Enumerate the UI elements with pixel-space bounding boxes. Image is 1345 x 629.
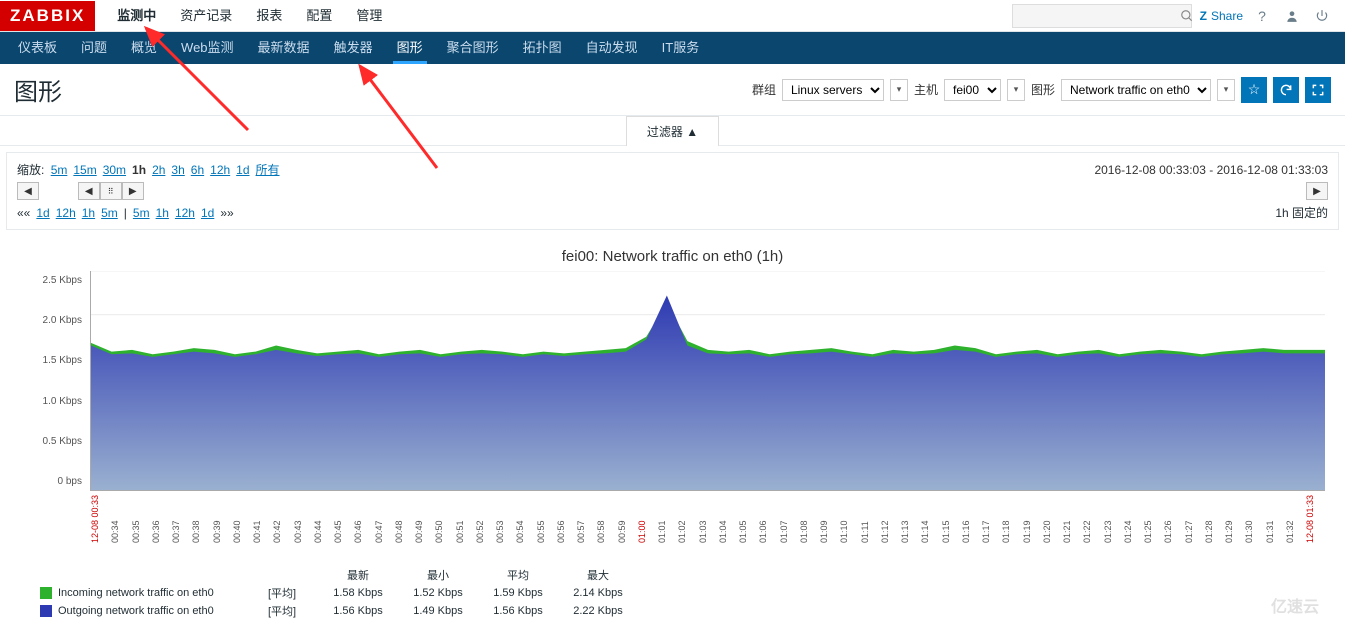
sub-nav-3[interactable]: Web监测 [169, 32, 246, 64]
quick-r-1h[interactable]: 1h [156, 206, 169, 220]
quick-r-»»[interactable]: »» [220, 206, 233, 220]
watermark: 亿速云 [1271, 593, 1319, 617]
group-dropdown-icon[interactable]: ▾ [890, 79, 908, 101]
graph-select[interactable]: Network traffic on eth0 [1061, 79, 1211, 101]
zoom-1d[interactable]: 1d [236, 163, 249, 177]
top-nav-4[interactable]: 管理 [344, 0, 394, 32]
zoom-links: 缩放: 5m 15m 30m 1h 2h 3h 6h 12h 1d 所有 [17, 161, 283, 178]
quick-l-1h[interactable]: 1h [82, 206, 95, 220]
quick-l-5m[interactable]: 5m [101, 206, 118, 220]
top-nav: 监测中资产记录报表配置管理 [105, 0, 394, 32]
quick-r-5m[interactable]: 5m [133, 206, 150, 220]
refresh-button[interactable] [1273, 77, 1299, 103]
zoom-30m[interactable]: 30m [103, 163, 126, 177]
time-prev-button[interactable]: ◀ [17, 182, 39, 200]
quick-r-12h[interactable]: 12h [175, 206, 195, 220]
filter-tab-bar: 过滤器 ▲ [0, 115, 1345, 146]
chart-container: fei00: Network traffic on eth0 (1h) 2.5 … [6, 236, 1339, 629]
group-select[interactable]: Linux servers [782, 79, 884, 101]
zoom-3h[interactable]: 3h [171, 163, 184, 177]
sub-nav-5[interactable]: 触发器 [322, 32, 385, 64]
sub-nav-9[interactable]: 自动发现 [574, 32, 650, 64]
sub-nav-10[interactable]: IT服务 [650, 32, 712, 64]
title-bar: 图形 群组 Linux servers ▾ 主机 fei00 ▾ 图形 Netw… [0, 64, 1345, 116]
sub-nav-6[interactable]: 图形 [385, 32, 435, 64]
host-select[interactable]: fei00 [944, 79, 1001, 101]
quick-l-1d[interactable]: 1d [36, 206, 49, 220]
sub-nav-0[interactable]: 仪表板 [6, 32, 69, 64]
quick-l-««[interactable]: «« [17, 206, 30, 220]
slider-grip-button[interactable]: ⠿ [100, 182, 122, 200]
quick-l-12h[interactable]: 12h [56, 206, 76, 220]
slider-left-button[interactable]: ◀ [78, 182, 100, 200]
help-icon[interactable]: ? [1251, 5, 1273, 27]
filter-toggle[interactable]: 过滤器 ▲ [626, 116, 719, 146]
fixed-label: 1h 固定的 [1275, 204, 1328, 221]
search-box[interactable] [1012, 4, 1192, 28]
sub-nav: 仪表板问题概览Web监测最新数据触发器图形聚合图形拓扑图自动发现IT服务 [0, 32, 1345, 64]
sub-nav-4[interactable]: 最新数据 [246, 32, 322, 64]
x-axis: 12-08 00:3300:3400:3500:3600:3700:3800:3… [90, 491, 1325, 543]
favorite-button[interactable]: ☆ [1241, 77, 1267, 103]
page-title: 图形 [14, 72, 62, 107]
host-label: 主机 [914, 81, 938, 98]
chart-legend: 最新最小平均最大Incoming network traffic on eth0… [40, 567, 1325, 619]
legend-swatch [40, 605, 52, 617]
zoom-label: 缩放: [17, 163, 44, 177]
group-label: 群组 [752, 81, 776, 98]
zoom-2h[interactable]: 2h [152, 163, 165, 177]
sub-nav-2[interactable]: 概览 [119, 32, 169, 64]
zoom-6h[interactable]: 6h [191, 163, 204, 177]
top-nav-3[interactable]: 配置 [294, 0, 344, 32]
power-icon[interactable] [1311, 5, 1333, 27]
graph-dropdown-icon[interactable]: ▾ [1217, 79, 1235, 101]
zoom-1h[interactable]: 1h [132, 163, 146, 177]
sub-nav-1[interactable]: 问题 [69, 32, 119, 64]
zoom-12h[interactable]: 12h [210, 163, 230, 177]
chart-plot [90, 271, 1325, 491]
fullscreen-button[interactable] [1305, 77, 1331, 103]
top-nav-0[interactable]: 监测中 [105, 0, 168, 32]
time-panel: 缩放: 5m 15m 30m 1h 2h 3h 6h 12h 1d 所有 2016-12-08 0… [6, 152, 1339, 230]
sub-nav-8[interactable]: 拓扑图 [511, 32, 574, 64]
chart-title: fei00: Network traffic on eth0 (1h) [20, 242, 1325, 271]
user-icon[interactable] [1281, 5, 1303, 27]
logo: ZABBIX [0, 1, 95, 31]
time-next-button[interactable]: ▶ [1306, 182, 1328, 200]
share-link[interactable]: ZShare [1200, 9, 1243, 23]
graph-label: 图形 [1031, 81, 1055, 98]
zoom-所有[interactable]: 所有 [256, 163, 280, 177]
slider-right-button[interactable]: ▶ [122, 182, 144, 200]
search-icon[interactable] [1180, 5, 1194, 27]
sub-nav-7[interactable]: 聚合图形 [435, 32, 511, 64]
host-dropdown-icon[interactable]: ▾ [1007, 79, 1025, 101]
time-range: 2016-12-08 00:33:03 - 2016-12-08 01:33:0… [1094, 163, 1328, 177]
quick-nav-left: ««1d12h1h5m | 5m1h12h1d»» [17, 206, 234, 220]
zoom-5m[interactable]: 5m [51, 163, 68, 177]
zoom-15m[interactable]: 15m [73, 163, 96, 177]
y-axis: 2.5 Kbps2.0 Kbps1.5 Kbps1.0 Kbps0.5 Kbps… [20, 271, 90, 491]
search-input[interactable] [1013, 9, 1180, 23]
top-nav-1[interactable]: 资产记录 [168, 0, 244, 32]
top-header: ZABBIX 监测中资产记录报表配置管理 ZShare ? [0, 0, 1345, 32]
top-nav-2[interactable]: 报表 [244, 0, 294, 32]
quick-r-1d[interactable]: 1d [201, 206, 214, 220]
legend-swatch [40, 587, 52, 599]
